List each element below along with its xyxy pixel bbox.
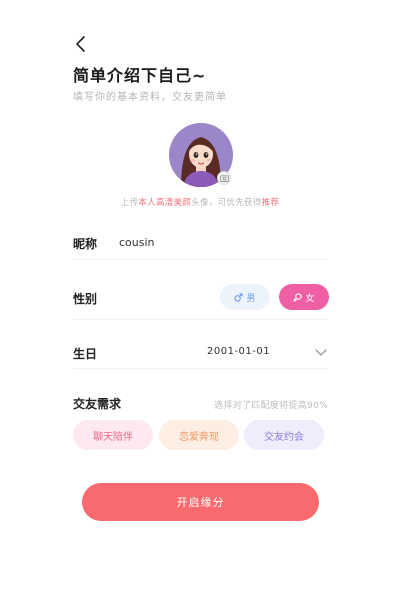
needs-tag-romance[interactable]: 恋爱奔现 (159, 420, 239, 450)
needs-tag-chat[interactable]: 聊天陪伴 (73, 420, 153, 450)
page-subtitle: 填写你的基本资料，交友更简单 (73, 92, 227, 103)
gender-female-label: 女 (305, 293, 315, 304)
gender-female-button[interactable]: 女 (279, 284, 329, 310)
male-symbol-icon (234, 292, 244, 302)
birthday-row[interactable]: 生日 2001-01-01 (73, 337, 328, 369)
needs-hint: 选择对了匹配度将提高90% (214, 401, 328, 411)
birthday-value[interactable]: 2001-01-01 (207, 346, 270, 357)
gender-row: 性别 男 女 (73, 280, 329, 320)
nickname-input[interactable] (119, 232, 319, 252)
female-symbol-icon (293, 292, 303, 302)
hint-highlight: 本人高清美颜 (138, 198, 192, 208)
chevron-down-icon[interactable] (314, 345, 328, 359)
avatar-upload-hint: 上传本人高清美颜头像，可优先获得推荐 (0, 196, 400, 208)
hint-text: 上传 (120, 198, 139, 208)
back-arrow-icon (76, 36, 85, 52)
gender-male-label: 男 (246, 293, 256, 304)
back-button[interactable] (70, 33, 92, 55)
gender-label: 性别 (73, 292, 98, 306)
avatar-upload[interactable] (169, 123, 233, 187)
start-button[interactable]: 开启缘分 (82, 483, 319, 521)
nickname-label: 昵称 (73, 237, 98, 251)
camera-icon (219, 175, 229, 182)
gender-male-button[interactable]: 男 (220, 284, 270, 310)
hint-text: 头像，可优先获得 (191, 198, 262, 208)
birthday-label: 生日 (73, 347, 98, 361)
hint-highlight: 推荐 (261, 198, 280, 208)
camera-badge (217, 171, 231, 185)
nickname-row: 昵称 (73, 226, 328, 260)
needs-label: 交友需求 (73, 397, 122, 411)
page-title: 简单介绍下自己~ (73, 66, 207, 85)
needs-tag-dating[interactable]: 交友约会 (244, 420, 324, 450)
